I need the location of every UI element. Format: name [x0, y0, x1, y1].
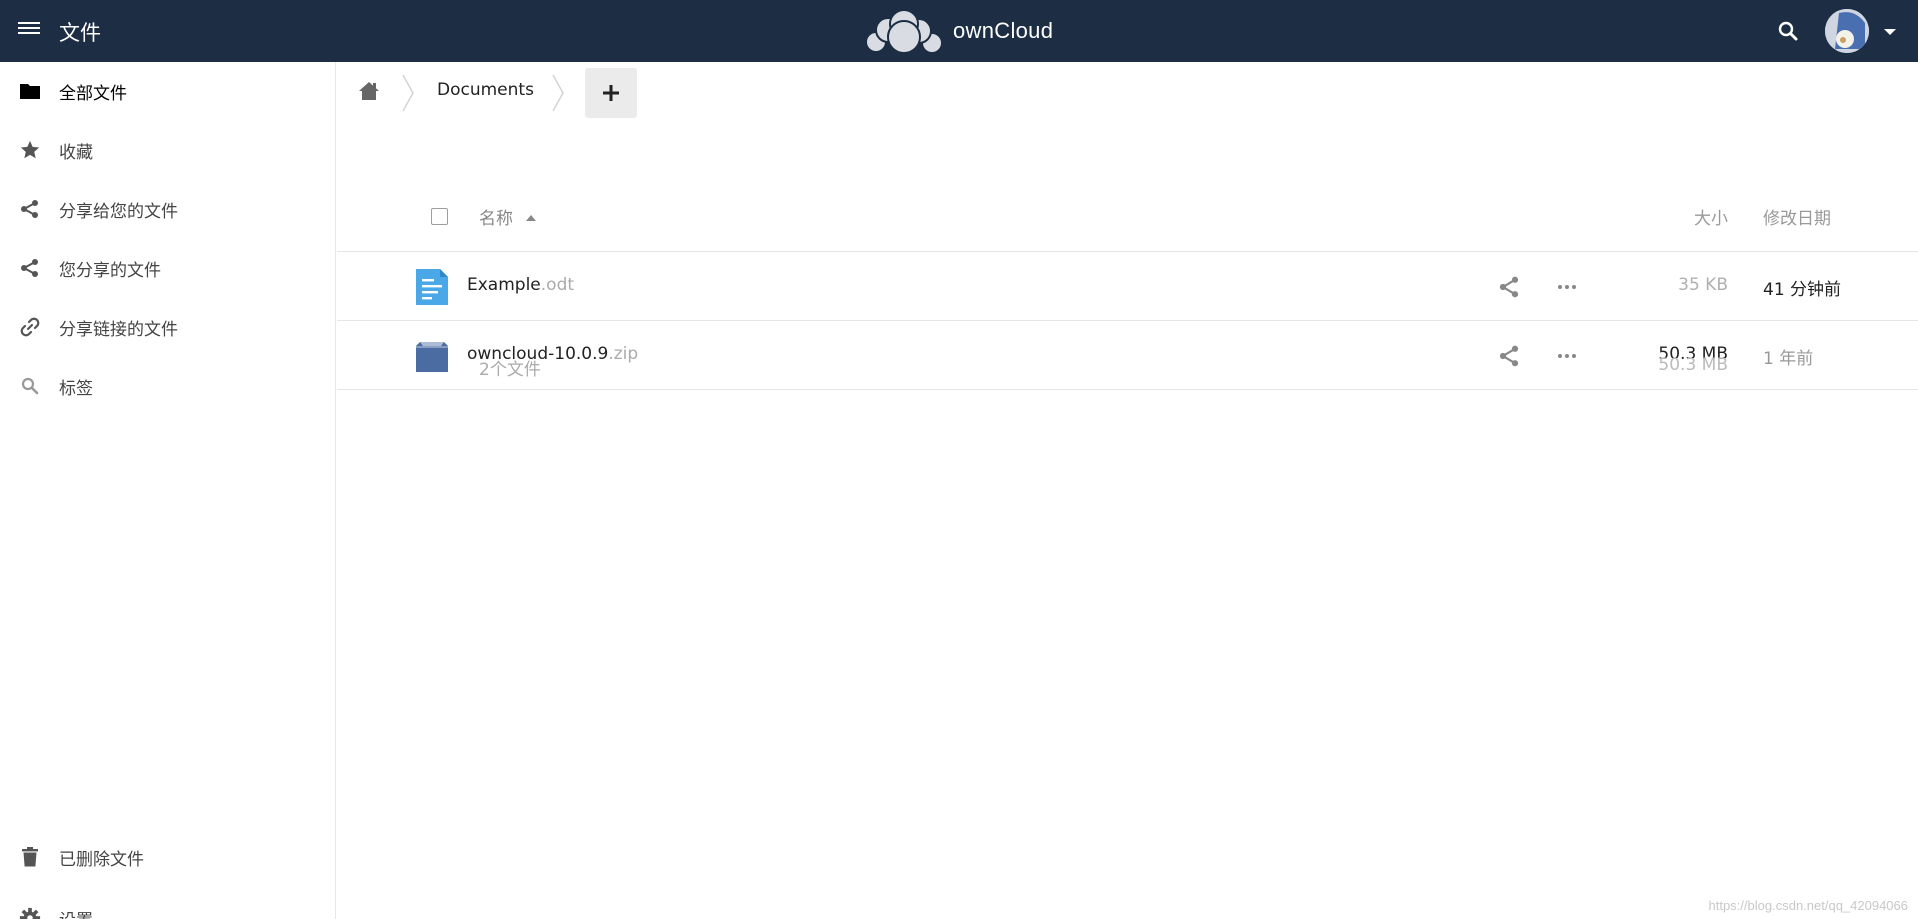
home-icon[interactable] [357, 79, 381, 103]
plus-icon [603, 85, 619, 101]
sidebar-item-deleted-files[interactable]: 已删除文件 [0, 828, 335, 886]
sort-ascending-icon[interactable] [526, 215, 536, 221]
file-size: 35 KB [1678, 275, 1728, 295]
app-title[interactable]: 文件 [59, 17, 101, 47]
column-header-date[interactable]: 修改日期 [1763, 204, 1831, 229]
menu-icon[interactable] [18, 19, 40, 41]
link-icon [19, 316, 41, 338]
file-extension: .zip [608, 344, 639, 364]
sidebar-item-label: 您分享的文件 [59, 260, 161, 281]
document-icon [416, 269, 448, 305]
breadcrumb-documents[interactable]: Documents [437, 80, 534, 100]
folder-icon [19, 80, 41, 102]
more-actions-icon[interactable] [1552, 344, 1582, 368]
sidebar-item-all-files[interactable]: 全部文件 [0, 62, 335, 120]
file-name[interactable]: Example.odt [467, 275, 574, 295]
star-icon [19, 139, 41, 161]
sidebar-item-label: 全部文件 [59, 83, 127, 104]
sidebar-item-tags[interactable]: 标签 [0, 357, 335, 415]
share-icon [19, 198, 41, 220]
sidebar-item-shared-by-link[interactable]: 分享链接的文件 [0, 298, 335, 356]
new-file-button[interactable] [585, 68, 637, 118]
search-icon[interactable] [1776, 19, 1800, 43]
sidebar-item-label: 分享链接的文件 [59, 319, 178, 340]
sidebar-item-label: 标签 [59, 378, 93, 399]
watermark: https://blog.csdn.net/qq_42094066 [1708, 898, 1909, 913]
table-row[interactable]: Example.odt 35 KB 41 分钟前 [337, 253, 1918, 321]
sidebar-item-favorites[interactable]: 收藏 [0, 121, 335, 179]
share-icon[interactable] [1497, 344, 1521, 368]
top-bar: 文件 ownCloud [0, 0, 1918, 62]
trash-icon [19, 846, 41, 868]
sidebar-item-label: 设置 [59, 906, 93, 919]
total-size-summary: 50.3 MB [1658, 355, 1728, 375]
sidebar-item-label: 分享给您的文件 [59, 201, 178, 222]
file-list-area: Documents 名称 大小 修改日期 Example.odt 35 KB 4… [337, 62, 1918, 919]
share-icon [19, 257, 41, 279]
file-modified-date: 1 年前 [1763, 349, 1814, 369]
sidebar: 全部文件 收藏 分享给您的文件 您分享的文件 分享链接的文件 标签 已删除文件 [0, 62, 336, 919]
file-modified-date: 41 分钟前 [1763, 280, 1842, 300]
file-count-summary: 2个文件 [479, 360, 541, 380]
column-header-name[interactable]: 名称 [479, 204, 513, 229]
archive-icon [416, 342, 448, 372]
breadcrumb-separator-icon [402, 74, 414, 112]
breadcrumb: Documents [337, 62, 1037, 120]
select-all-checkbox[interactable] [431, 208, 448, 225]
more-actions-icon[interactable] [1552, 275, 1582, 299]
sidebar-item-shared-by-you[interactable]: 您分享的文件 [0, 239, 335, 297]
share-icon[interactable] [1497, 275, 1521, 299]
column-header-size[interactable]: 大小 [1694, 204, 1728, 229]
file-extension: .odt [540, 275, 575, 295]
cloud-logo-icon [865, 9, 943, 54]
breadcrumb-separator-icon [552, 74, 564, 112]
sidebar-item-label: 收藏 [59, 142, 93, 163]
search-icon [19, 375, 41, 397]
owncloud-logo[interactable]: ownCloud [862, 6, 1053, 56]
brand-name: ownCloud [953, 18, 1054, 43]
sidebar-item-label: 已删除文件 [59, 849, 144, 870]
table-header: 名称 大小 修改日期 [337, 182, 1918, 252]
gear-icon [19, 907, 41, 919]
user-menu-chevron-down-icon[interactable] [1884, 29, 1896, 35]
file-basename: Example [467, 275, 541, 295]
sidebar-item-shared-with-you[interactable]: 分享给您的文件 [0, 180, 335, 238]
avatar[interactable] [1825, 9, 1869, 53]
sidebar-item-settings[interactable]: 设置 [0, 889, 335, 919]
